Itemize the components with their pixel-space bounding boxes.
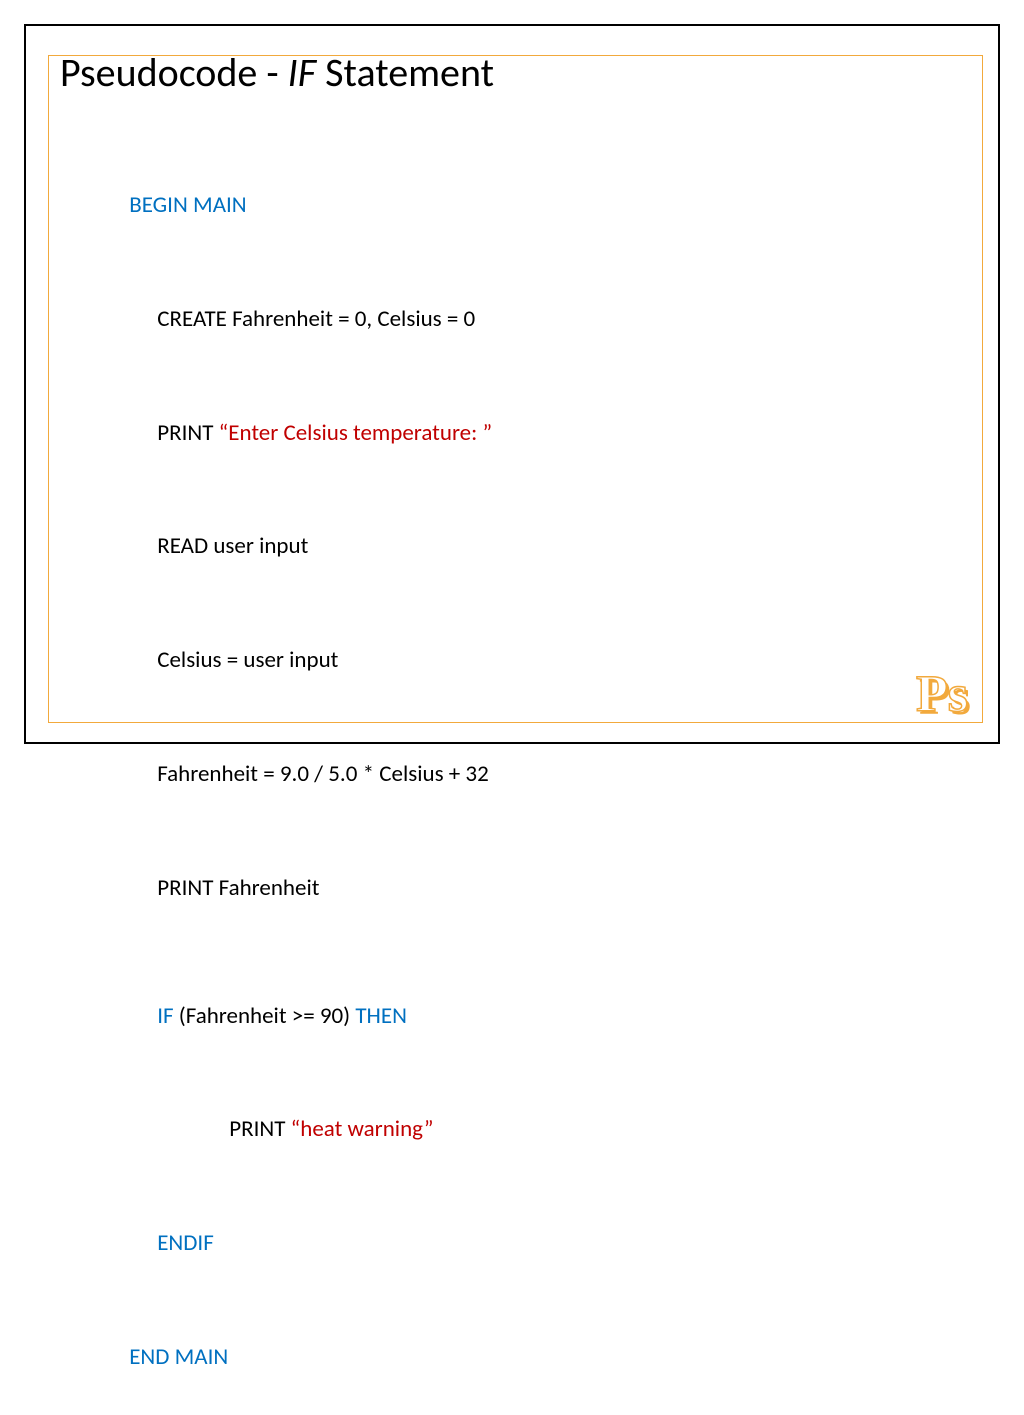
endif-keyword: ENDIF (157, 1229, 214, 1257)
code-line: Fahrenheit = 9.0 / 5.0 * Celsius + 32 (98, 718, 964, 832)
print-string: “Enter Celsius temperature: ” (219, 419, 492, 447)
pseudocode-block: BEGIN MAIN CREATE Fahrenheit = 0, Celsiu… (98, 149, 964, 1415)
print-keyword: PRINT (157, 419, 218, 447)
slide-title: Pseudocode - IF Statement (60, 48, 964, 97)
code-line: END MAIN (98, 1301, 964, 1415)
code-line: PRINT “heat warning” (98, 1074, 964, 1188)
code-line: Celsius = user input (98, 604, 964, 718)
celsius-assignment: Celsius = user input (157, 646, 338, 674)
end-main-keyword: END MAIN (129, 1343, 228, 1371)
if-keyword: IF (157, 1002, 179, 1030)
then-keyword: THEN (355, 1002, 407, 1030)
code-line: ENDIF (98, 1187, 964, 1301)
logo-main: Ps (916, 666, 968, 723)
code-line: READ user input (98, 490, 964, 604)
code-line: IF (Fahrenheit >= 90) THEN (98, 960, 964, 1074)
fahrenheit-calculation: Fahrenheit = 9.0 / 5.0 * Celsius + 32 (157, 760, 489, 788)
slide-content: Pseudocode - IF Statement BEGIN MAIN CRE… (60, 48, 964, 1415)
print-keyword: PRINT (229, 1115, 290, 1143)
print-string: “heat warning” (291, 1115, 434, 1143)
code-line: CREATE Fahrenheit = 0, Celsius = 0 (98, 263, 964, 377)
ps-logo: Ps Ps (916, 665, 968, 724)
code-line: PRINT “Enter Celsius temperature: ” (98, 377, 964, 491)
read-statement: READ user input (157, 532, 308, 560)
code-line: PRINT Fahrenheit (98, 832, 964, 946)
print-fahrenheit: PRINT Fahrenheit (157, 874, 319, 902)
title-prefix: Pseudocode - (60, 48, 288, 97)
create-statement: CREATE Fahrenheit = 0, Celsius = 0 (157, 305, 475, 333)
spacer (98, 946, 964, 960)
title-suffix: Statement (316, 48, 494, 97)
begin-main-keyword: BEGIN MAIN (129, 191, 246, 219)
code-line: BEGIN MAIN (98, 149, 964, 263)
if-condition: (Fahrenheit >= 90) (179, 1002, 356, 1030)
title-italic: IF (288, 48, 316, 97)
